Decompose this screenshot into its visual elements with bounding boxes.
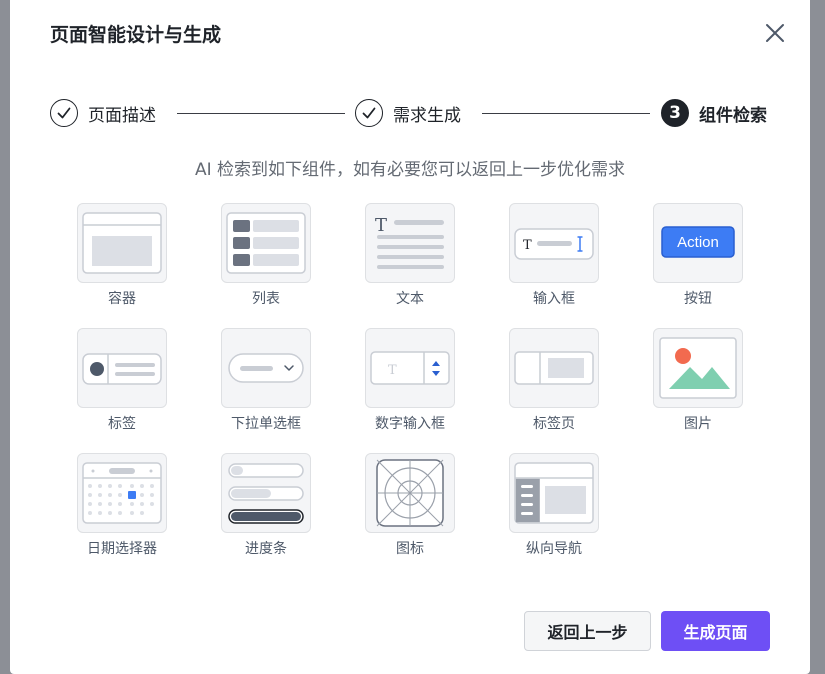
component-label: 下拉单选框 xyxy=(231,416,301,432)
step-label: 页面描述 xyxy=(88,105,156,126)
number-input-icon: T xyxy=(365,328,455,408)
component-label: 进度条 xyxy=(245,541,287,557)
component-label: 数字输入框 xyxy=(375,416,445,432)
check-icon xyxy=(355,99,383,127)
step-2: 需求生成 xyxy=(355,97,461,129)
hint-text: AI 检索到如下组件，如有必要您可以返回上一步优化需求 xyxy=(194,160,626,180)
tag-icon xyxy=(77,328,167,408)
component-label: 纵向导航 xyxy=(526,541,582,557)
svg-text:T: T xyxy=(388,363,397,378)
step-1: 页面描述 xyxy=(50,97,156,129)
svg-text:T: T xyxy=(375,215,387,236)
component-label: 容器 xyxy=(108,291,136,307)
date-picker-icon xyxy=(77,453,167,533)
component-label: 按钮 xyxy=(684,291,712,307)
component-card-list[interactable]: 列表 xyxy=(221,203,311,307)
component-label: 图标 xyxy=(396,541,424,557)
step-connector xyxy=(177,113,345,114)
component-card-date-picker[interactable]: 日期选择器 xyxy=(77,453,167,557)
component-card-input[interactable]: T 输入框 xyxy=(509,203,599,307)
generate-page-button[interactable]: 生成页面 xyxy=(661,611,770,651)
step-label: 需求生成 xyxy=(393,105,461,126)
component-label: 标签 xyxy=(108,416,136,432)
component-label: 日期选择器 xyxy=(87,541,157,557)
stepper: 页面描述 需求生成 3 组件检索 xyxy=(50,97,780,129)
component-card-tag[interactable]: 标签 xyxy=(77,328,167,432)
component-card-vertical-nav[interactable]: 纵向导航 xyxy=(509,453,599,557)
component-card-icon[interactable]: 图标 xyxy=(365,453,455,557)
component-label: 文本 xyxy=(396,291,424,307)
component-card-progress[interactable]: 进度条 xyxy=(221,453,311,557)
icon-icon xyxy=(365,453,455,533)
image-icon xyxy=(653,328,743,408)
component-label: 图片 xyxy=(684,416,712,432)
step-number: 3 xyxy=(661,99,689,127)
vertical-nav-icon xyxy=(509,453,599,533)
step-label: 组件检索 xyxy=(699,105,767,126)
progress-icon xyxy=(221,453,311,533)
svg-text:T: T xyxy=(523,238,532,253)
check-icon xyxy=(50,99,78,127)
component-card-select[interactable]: 下拉单选框 xyxy=(221,328,311,432)
component-card-container[interactable]: 容器 xyxy=(77,203,167,307)
component-card-button[interactable]: Action 按钮 xyxy=(653,203,743,307)
dialog: 页面智能设计与生成 页面描述 需求生成 3 组件检索 AI 检索到如下组件，如有… xyxy=(10,0,810,674)
list-icon xyxy=(221,203,311,283)
component-label: 输入框 xyxy=(533,291,575,307)
select-icon xyxy=(221,328,311,408)
component-label: 标签页 xyxy=(533,416,575,432)
component-label: 列表 xyxy=(252,291,280,307)
component-card-image[interactable]: 图片 xyxy=(653,328,743,432)
container-icon xyxy=(77,203,167,283)
back-button[interactable]: 返回上一步 xyxy=(524,611,651,651)
button-preview-text: Action xyxy=(677,234,719,251)
step-3: 3 组件检索 xyxy=(661,97,767,129)
component-card-number-input[interactable]: T 数字输入框 xyxy=(365,328,455,432)
step-connector xyxy=(482,113,650,114)
close-icon[interactable] xyxy=(763,21,787,45)
tabs-icon xyxy=(509,328,599,408)
dialog-title: 页面智能设计与生成 xyxy=(50,24,222,46)
component-card-tabs[interactable]: 标签页 xyxy=(509,328,599,432)
text-icon: T xyxy=(365,203,455,283)
input-icon: T xyxy=(509,203,599,283)
component-card-text[interactable]: T 文本 xyxy=(365,203,455,307)
button-icon: Action xyxy=(653,203,743,283)
